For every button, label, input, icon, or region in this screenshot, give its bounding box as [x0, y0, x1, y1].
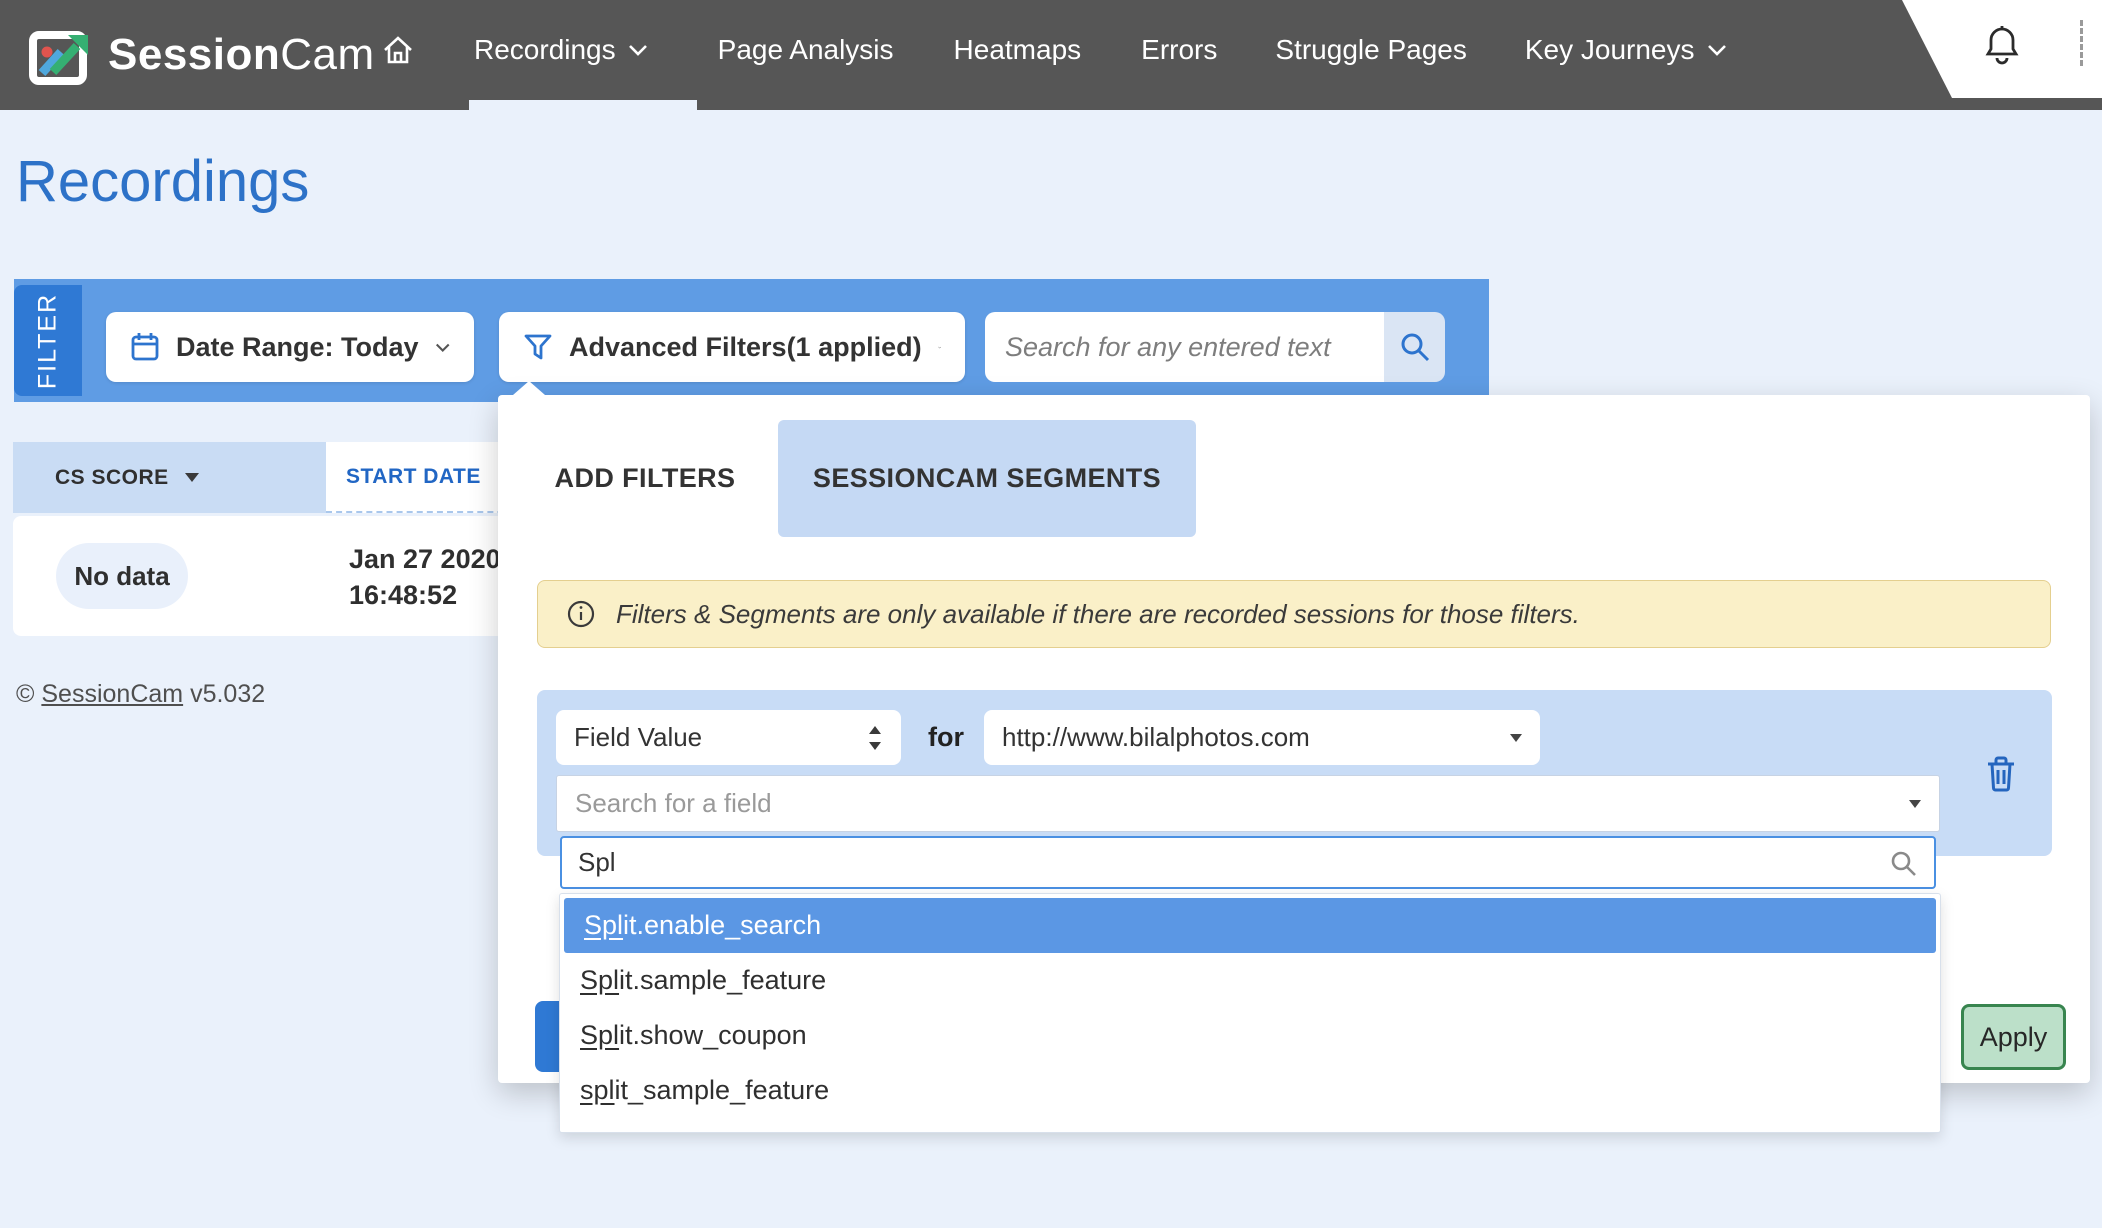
- top-nav: SessionCam Recordings Page Analysis Heat…: [0, 0, 2102, 110]
- column-header-cs-score[interactable]: CS SCORE: [13, 442, 326, 513]
- nav-item-errors[interactable]: Errors: [1141, 34, 1217, 66]
- option-split-sample-feature[interactable]: Split.sample_feature: [560, 953, 1940, 1008]
- nav-item-key-journeys[interactable]: Key Journeys: [1525, 34, 1727, 66]
- filter-tab-label: FILTER: [34, 292, 63, 388]
- sessioncam-logo-icon: [28, 22, 94, 88]
- filter-funnel-icon: [523, 332, 553, 362]
- panel-notch: [513, 381, 545, 395]
- text-search: [985, 312, 1445, 382]
- spinner-arrows-icon: [867, 724, 883, 752]
- page-title: Recordings: [16, 148, 309, 215]
- text-search-input[interactable]: [985, 312, 1384, 382]
- dropdown-arrow-icon: [1510, 734, 1522, 742]
- filter-bar: FILTER Date Range: Today Advanced Filter…: [14, 279, 1489, 402]
- field-combo[interactable]: Search for a field: [556, 775, 1940, 832]
- sessioncam-footer-link[interactable]: SessionCam: [41, 680, 183, 708]
- search-button[interactable]: [1384, 312, 1445, 382]
- nav-corner-panel: [1902, 0, 2102, 98]
- start-date-value: Jan 27 2020, 16:48:52: [349, 541, 508, 613]
- trash-icon: [1984, 755, 2018, 793]
- bell-icon[interactable]: [1982, 24, 2022, 68]
- dropdown-arrow-icon: [1909, 800, 1921, 808]
- sort-desc-icon: [185, 473, 199, 482]
- search-icon: [1888, 848, 1918, 878]
- site-select[interactable]: http://www.bilalphotos.com: [984, 710, 1540, 765]
- notice-text: Filters & Segments are only available if…: [616, 599, 1580, 630]
- field-combo-placeholder: Search for a field: [575, 788, 1909, 819]
- chevron-down-icon: [435, 341, 450, 354]
- nav-item-heatmaps[interactable]: Heatmaps: [954, 34, 1082, 66]
- chevron-down-icon: [938, 341, 941, 354]
- option-split-enable-search[interactable]: Split.enable_search: [564, 898, 1936, 953]
- active-nav-indicator: [469, 100, 697, 110]
- notice-banner: Filters & Segments are only available if…: [537, 580, 2051, 648]
- nav-item-recordings[interactable]: Recordings: [474, 34, 648, 66]
- date-range-label: Date Range: Today: [176, 332, 419, 363]
- for-label: for: [928, 710, 964, 765]
- brand[interactable]: SessionCam: [28, 0, 375, 110]
- field-options-list: Split.enable_search Split.sample_feature…: [559, 893, 1941, 1133]
- filter-type-select[interactable]: Field Value: [556, 710, 901, 765]
- calendar-icon: [130, 331, 160, 363]
- tab-sessioncam-segments[interactable]: SESSIONCAM SEGMENTS: [778, 420, 1196, 537]
- field-search-input[interactable]: [578, 847, 1888, 878]
- advanced-filters-label: Advanced Filters(1 applied): [569, 332, 922, 363]
- home-icon[interactable]: [380, 32, 416, 68]
- chevron-down-icon: [628, 43, 648, 57]
- advanced-filters-button[interactable]: Advanced Filters(1 applied): [499, 312, 965, 382]
- dashed-divider: [2080, 20, 2083, 66]
- date-range-button[interactable]: Date Range: Today: [106, 312, 474, 382]
- apply-button[interactable]: Apply: [1961, 1004, 2066, 1070]
- brand-name: SessionCam: [108, 30, 375, 80]
- cs-score-badge: No data: [56, 543, 188, 609]
- hidden-button-edge: [535, 1001, 561, 1072]
- delete-filter-button[interactable]: [1979, 752, 2023, 796]
- footer: © SessionCam v5.032: [16, 680, 265, 709]
- chevron-down-icon: [1707, 43, 1727, 57]
- option-split-sample-feature-lower[interactable]: split_sample_feature: [560, 1063, 1940, 1118]
- option-split-show-coupon[interactable]: Split.show_coupon: [560, 1008, 1940, 1063]
- field-search-box: [560, 836, 1936, 889]
- nav-item-struggle-pages[interactable]: Struggle Pages: [1275, 34, 1466, 66]
- search-icon: [1398, 330, 1432, 364]
- tab-add-filters[interactable]: ADD FILTERS: [520, 420, 770, 537]
- app-root: SessionCam Recordings Page Analysis Heat…: [0, 0, 2102, 1228]
- filter-tab[interactable]: FILTER: [14, 285, 82, 396]
- nav-item-page-analysis[interactable]: Page Analysis: [718, 34, 894, 66]
- info-icon: [566, 599, 596, 629]
